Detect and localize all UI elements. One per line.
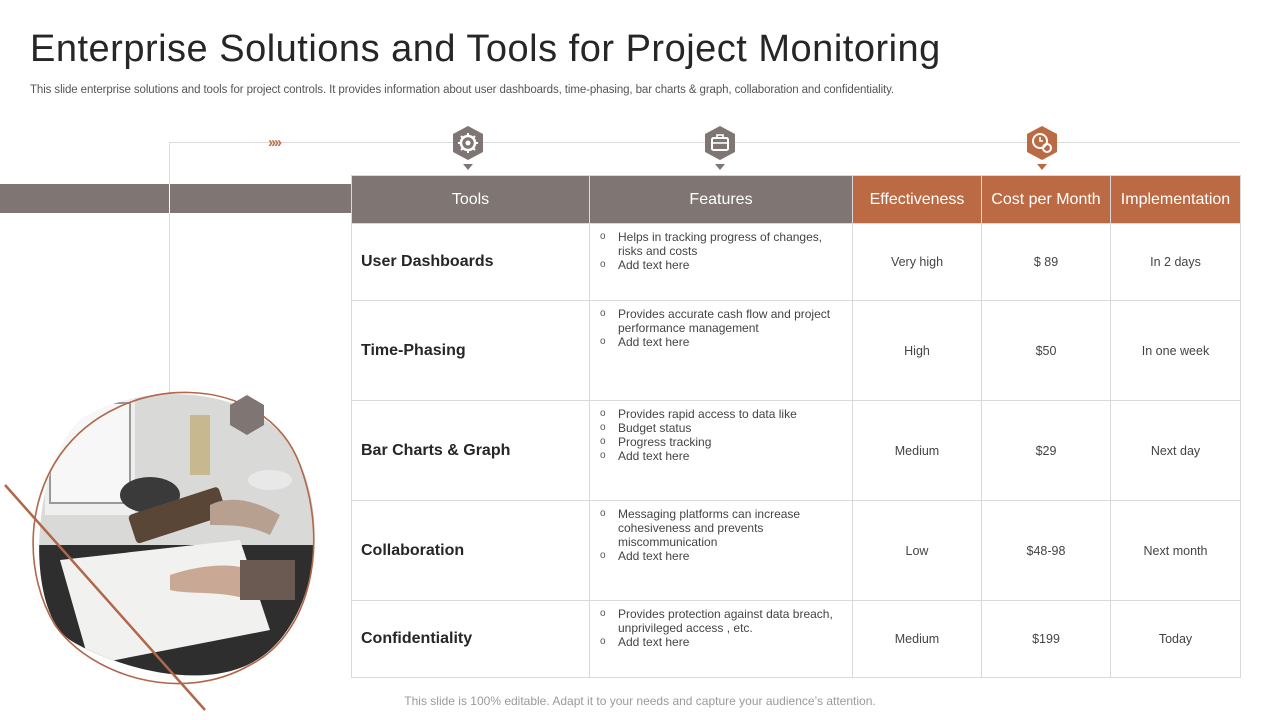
feature-cell: Provides rapid access to data like Budge… [589,400,853,501]
feature-cell: Provides accurate cash flow and project … [589,300,853,401]
column-header-cost: Cost per Month [981,175,1111,224]
footer-note: This slide is 100% editable. Adapt it to… [404,694,876,708]
office-desk-photo [0,375,330,715]
implementation-value: Next month [1110,500,1241,601]
table-row: Collaboration Messaging platforms can in… [351,500,1241,601]
column-header-implementation: Implementation [1110,175,1241,224]
column-header-effectiveness: Effectiveness [852,175,982,224]
feature-item: Progress tracking [598,435,842,449]
table-row: Bar Charts & Graph Provides rapid access… [351,400,1241,501]
feature-item: Add text here [598,335,842,349]
cost-value: $29 [981,400,1111,501]
cost-value: $48-98 [981,500,1111,601]
tools-gear-icon [451,126,485,170]
feature-cell: Provides protection against data breach,… [589,600,853,678]
feature-item: Helps in tracking progress of changes, r… [598,230,842,258]
feature-item: Add text here [598,635,842,649]
effectiveness-value: High [852,300,982,401]
effectiveness-value: Very high [852,223,982,301]
feature-item: Add text here [598,449,842,463]
feature-item: Provides protection against data breach,… [598,607,842,635]
column-header-tools: Tools [351,175,590,224]
feature-cell: Messaging platforms can increase cohesiv… [589,500,853,601]
cost-value: $199 [981,600,1111,678]
implementation-value: Today [1110,600,1241,678]
decorative-bar-gap [169,184,170,213]
page-subtitle: This slide enterprise solutions and tool… [30,84,895,96]
tool-name: Collaboration [351,500,590,601]
clock-gear-icon [1025,126,1059,170]
chevron-arrows-icon: ›››› [268,134,282,151]
effectiveness-value: Low [852,500,982,601]
effectiveness-value: Medium [852,400,982,501]
feature-item: Provides accurate cash flow and project … [598,307,842,335]
table-header-row: Tools Features Effectiveness Cost per Mo… [351,175,1241,224]
table-row: Confidentiality Provides protection agai… [351,600,1241,678]
table-row: User Dashboards Helps in tracking progre… [351,223,1241,301]
page-title: Enterprise Solutions and Tools for Proje… [30,28,941,70]
feature-item: Add text here [598,549,842,563]
tool-name: Bar Charts & Graph [351,400,590,501]
tool-name: Confidentiality [351,600,590,678]
implementation-value: In one week [1110,300,1241,401]
implementation-value: Next day [1110,400,1241,501]
table-row: Time-Phasing Provides accurate cash flow… [351,300,1241,401]
feature-item: Messaging platforms can increase cohesiv… [598,507,842,549]
tool-name: Time-Phasing [351,300,590,401]
implementation-value: In 2 days [1110,223,1241,301]
cost-value: $ 89 [981,223,1111,301]
feature-cell: Helps in tracking progress of changes, r… [589,223,853,301]
solutions-table: Tools Features Effectiveness Cost per Mo… [351,175,1241,678]
feature-item: Provides rapid access to data like [598,407,842,421]
decorative-line-vertical [169,142,170,402]
column-header-features: Features [589,175,853,224]
feature-item: Add text here [598,258,842,272]
feature-item: Budget status [598,421,842,435]
tool-name: User Dashboards [351,223,590,301]
decorative-header-bar [0,184,352,213]
effectiveness-value: Medium [852,600,982,678]
cost-value: $50 [981,300,1111,401]
briefcase-icon [703,126,737,170]
